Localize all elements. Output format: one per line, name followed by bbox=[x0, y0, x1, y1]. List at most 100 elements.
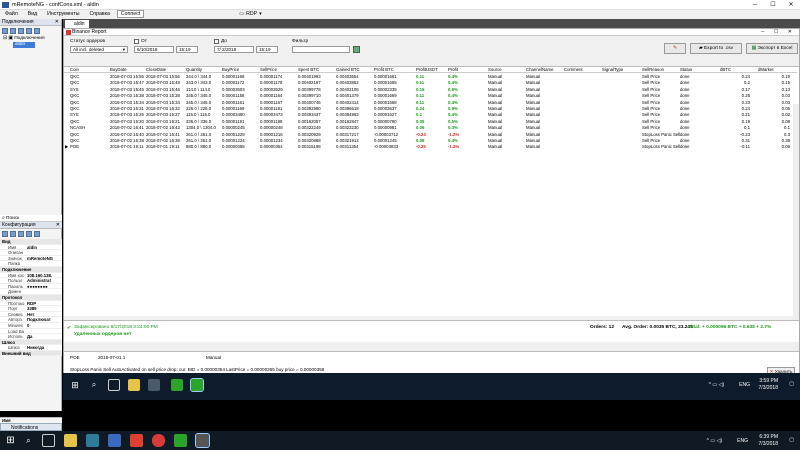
notifications-tab[interactable]: Notifications bbox=[0, 423, 62, 431]
column-header[interactable]: ProfitUSDT bbox=[416, 67, 446, 73]
tree-root[interactable]: ⊟ ▣ Подключения bbox=[3, 36, 61, 42]
close-panel-icon[interactable]: ✕ bbox=[55, 19, 59, 26]
host-time[interactable]: 6:39 PM bbox=[759, 434, 778, 440]
chrome-icon[interactable] bbox=[152, 434, 165, 447]
host-date[interactable]: 7/3/2018 bbox=[759, 441, 778, 447]
menu-view[interactable]: Вид bbox=[23, 10, 42, 19]
column-header[interactable]: BuyPrice bbox=[222, 67, 260, 73]
explorer-icon[interactable] bbox=[64, 434, 77, 447]
windows-start-icon[interactable]: ⊞ bbox=[4, 434, 17, 447]
default-icon[interactable] bbox=[34, 231, 40, 237]
config-value[interactable] bbox=[27, 289, 62, 294]
table-row[interactable]: QKC 2018-07-02 15:40 2018-07-02 15:41 261.0… bbox=[64, 132, 797, 138]
config-value[interactable]: aldin bbox=[27, 245, 62, 250]
close-icon[interactable]: ✕ bbox=[782, 0, 800, 10]
tray-icons[interactable]: ^ ▭ ◁) bbox=[709, 382, 724, 388]
config-value[interactable]: Никогда bbox=[27, 345, 62, 350]
collapse-icon[interactable] bbox=[34, 28, 40, 34]
column-header[interactable]: Status bbox=[680, 67, 718, 73]
remote-lang[interactable]: ENG bbox=[739, 382, 750, 388]
table-row[interactable]: QKC 2018-07-03 15:31 2018-07-03 15:32 226.0… bbox=[64, 106, 797, 112]
clear-button[interactable]: ✎ bbox=[664, 43, 686, 54]
from-date-input[interactable]: 6/10/2018 bbox=[134, 46, 174, 53]
rdp-dropdown[interactable]: ▭ RDP ▾ bbox=[239, 10, 261, 19]
order-status-select[interactable]: All incl. deleted ▾ bbox=[70, 46, 128, 53]
minimize-icon[interactable]: ─ bbox=[746, 0, 764, 10]
column-header[interactable]: Profit BTC bbox=[374, 67, 414, 73]
export-csv-button[interactable]: ▰ Export to .csv bbox=[690, 43, 742, 54]
notification-center-icon[interactable]: ▢ bbox=[789, 437, 794, 443]
from-time-input[interactable]: 15:19 bbox=[176, 46, 198, 53]
sort-icon[interactable] bbox=[18, 28, 24, 34]
to-checkbox[interactable] bbox=[214, 39, 219, 44]
windows-start-icon[interactable]: ⊞ bbox=[69, 379, 81, 391]
remote-time[interactable]: 3:59 PM bbox=[759, 378, 778, 384]
column-header[interactable]: Comment bbox=[564, 67, 600, 73]
table-row[interactable]: QKC 2018-07-03 15:47 2018-07-03 15:48 343.0… bbox=[64, 80, 797, 86]
report-window-controls[interactable]: ─ ☐ ✕ bbox=[761, 29, 796, 36]
apply-filter-icon[interactable] bbox=[353, 46, 360, 53]
config-category[interactable]: Внешний вид bbox=[0, 350, 62, 357]
config-value[interactable]: Нет bbox=[27, 312, 62, 317]
remote-app-icon[interactable] bbox=[174, 434, 187, 447]
export-excel-button[interactable]: ▦ Экспорт в Excel bbox=[746, 43, 798, 54]
remote-date[interactable]: 7/3/2018 bbox=[759, 385, 778, 391]
config-value[interactable] bbox=[27, 261, 62, 266]
edge-icon[interactable] bbox=[86, 434, 99, 447]
config-value[interactable]: ●●●●●●●● bbox=[27, 284, 62, 289]
table-scrollbar[interactable] bbox=[793, 104, 799, 354]
filter-input[interactable] bbox=[292, 46, 350, 53]
new-connection-icon[interactable] bbox=[2, 28, 8, 34]
config-value[interactable] bbox=[27, 329, 62, 334]
settings-icon[interactable] bbox=[108, 434, 121, 447]
menu-tools[interactable]: Инструменты bbox=[42, 10, 84, 19]
connect-field[interactable]: Connect bbox=[116, 10, 145, 18]
search-icon[interactable]: ⌕ bbox=[88, 379, 100, 391]
search-icon[interactable]: ⌕ bbox=[22, 434, 35, 447]
task-view-icon[interactable] bbox=[108, 379, 120, 391]
maximize-icon[interactable]: ☐ bbox=[764, 0, 782, 10]
categorized-icon[interactable] bbox=[2, 231, 8, 237]
table-row[interactable]: QKC 2018-07-03 15:38 2018-07-03 15:38 345.0… bbox=[64, 93, 797, 99]
expand-icon[interactable] bbox=[26, 28, 32, 34]
inheritance-icon[interactable] bbox=[26, 231, 32, 237]
up-arrow-app-active-icon[interactable] bbox=[190, 378, 204, 392]
menu-file[interactable]: Файл bbox=[0, 10, 23, 19]
config-value[interactable]: Administrat bbox=[27, 278, 62, 283]
tray-icons[interactable]: ^ ▭ ◁) bbox=[707, 438, 722, 444]
notification-center-icon[interactable]: ▢ bbox=[789, 381, 794, 387]
table-row[interactable]: QKC 2018-07-02 15:38 2018-07-02 15:38 261.0… bbox=[64, 138, 797, 144]
column-header[interactable]: CloseDate bbox=[146, 67, 186, 73]
config-value[interactable]: Да bbox=[27, 334, 62, 339]
column-header[interactable]: BuyDate bbox=[110, 67, 146, 73]
column-header[interactable]: SignalType bbox=[602, 67, 640, 73]
column-header[interactable]: Profit bbox=[448, 67, 486, 73]
table-row[interactable]: SYS 2018-07-03 15:45 2018-07-03 15:46 114.0… bbox=[64, 87, 797, 93]
close-config-icon[interactable]: ✕ bbox=[56, 222, 60, 229]
column-header[interactable]: ChannelName bbox=[526, 67, 562, 73]
column-header[interactable]: Coin bbox=[70, 67, 108, 73]
table-row[interactable]: ▶ POE 2018-07-01 19:11 2018-07-01 19:11 880.… bbox=[64, 144, 797, 150]
config-value[interactable]: RDP bbox=[27, 301, 62, 306]
new-folder-icon[interactable] bbox=[10, 28, 16, 34]
host-lang[interactable]: ENG bbox=[737, 438, 748, 444]
table-row[interactable]: NCASH 2018-07-02 16:41 2018-07-02 16:42 130… bbox=[64, 125, 797, 131]
properties-icon[interactable] bbox=[18, 231, 24, 237]
to-date-input[interactable]: 7/ 2/2018 bbox=[214, 46, 254, 53]
table-row[interactable]: QKC 2018-07-03 15:20 2018-07-03 15:21 336.0… bbox=[64, 119, 797, 125]
table-row[interactable]: QKC 2018-07-03 15:34 2018-07-03 15:34 345.0… bbox=[64, 100, 797, 106]
alphabetical-icon[interactable] bbox=[10, 231, 16, 237]
config-value[interactable]: 108.160.138. bbox=[27, 273, 62, 278]
column-header[interactable]: Gained BTC bbox=[336, 67, 374, 73]
column-header[interactable]: Source bbox=[488, 67, 524, 73]
task-view-icon[interactable] bbox=[42, 434, 55, 447]
mremoteng-icon[interactable] bbox=[195, 433, 210, 448]
column-header[interactable]: Quantity bbox=[186, 67, 222, 73]
column-header[interactable]: SellPrice bbox=[260, 67, 298, 73]
explorer-icon[interactable] bbox=[128, 379, 140, 391]
config-value[interactable]: 3389 bbox=[27, 306, 62, 311]
menu-help[interactable]: Справка bbox=[85, 10, 115, 19]
column-header[interactable]: Spent BTC bbox=[298, 67, 336, 73]
search-bar[interactable]: ⌕ Поиск bbox=[0, 215, 62, 222]
cmd-icon[interactable] bbox=[148, 379, 160, 391]
